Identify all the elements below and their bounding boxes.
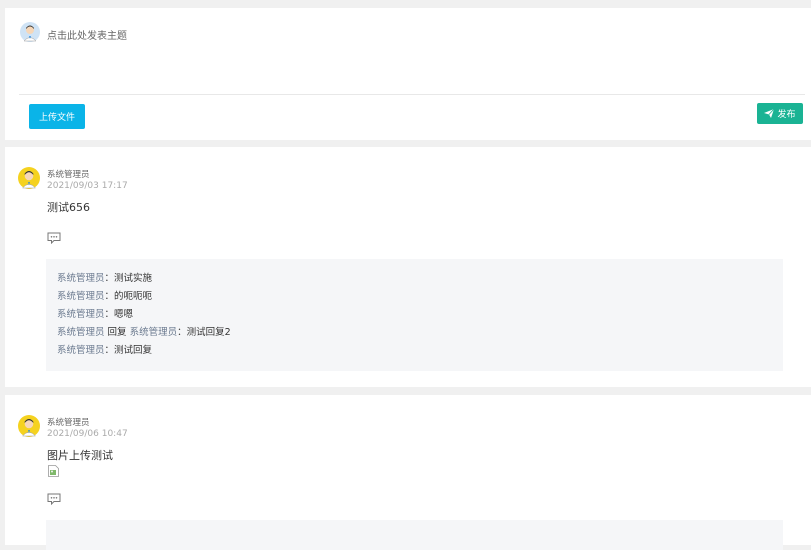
reply-user[interactable]: 系统管理员 [57,291,105,302]
compose-input[interactable]: 点击此处发表主题 [47,27,127,42]
reply-text: 测试实施 [114,273,153,284]
post-content: 图片上传测试 [47,449,113,462]
reply-sep: ： [104,273,115,284]
comment-icon[interactable] [47,232,61,244]
post-author[interactable]: 系统管理员 [47,168,90,180]
reply-sep: ： [104,291,115,302]
author-avatar [18,415,40,437]
post-author[interactable]: 系统管理员 [47,416,90,428]
post-time: 2021/09/06 10:47 [47,429,128,439]
post-time: 2021/09/03 17:17 [47,181,128,191]
reply-item: 系统管理员：测试实施 [57,270,772,288]
post-composer: 点击此处发表主题 上传文件 发布 [5,8,811,140]
reply-user[interactable]: 系统管理员 [57,273,105,284]
reply-item: 系统管理员 回复 系统管理员：测试回复2 [57,324,772,342]
reply-item: 系统管理员：的呃呃呃 [57,288,772,306]
publish-label: 发布 [777,109,796,119]
reply-sep: ： [104,345,115,356]
divider [19,94,805,95]
publish-button[interactable]: 发布 [757,103,803,124]
reply-text: 测试回复 [114,345,153,356]
reply-user[interactable]: 系统管理员 [57,309,105,320]
broken-image-icon[interactable] [48,465,59,477]
reply-text: 测试回复2 [186,327,231,338]
reply-item: 系统管理员：嗯嗯 [57,306,772,324]
post-content: 测试656 [47,201,90,214]
author-avatar [18,167,40,189]
reply-list [46,520,783,550]
post-card: 系统管理员 2021/09/06 10:47 图片上传测试 [5,395,811,550]
reply-sep: ： [104,309,115,320]
reply-list: 系统管理员：测试实施 系统管理员：的呃呃呃 系统管理员：嗯嗯 系统管理员 回复 … [46,259,783,371]
user-avatar [20,22,40,42]
reply-text: 的呃呃呃 [114,291,153,302]
reply-user[interactable]: 系统管理员 [57,345,105,356]
reply-text: 嗯嗯 [114,309,134,320]
comment-icon[interactable] [47,493,61,505]
reply-item: 系统管理员：测试回复 [57,342,772,360]
upload-file-button[interactable]: 上传文件 [29,104,85,129]
post-card: 系统管理员 2021/09/03 17:17 测试656 系统管理员：测试实施 … [5,147,811,387]
reply-user[interactable]: 系统管理员 [57,327,105,338]
reply-connector: 回复 [104,327,130,338]
reply-sep: ： [177,327,187,338]
paper-plane-icon [764,109,775,118]
reply-target-user[interactable]: 系统管理员 [130,327,178,338]
